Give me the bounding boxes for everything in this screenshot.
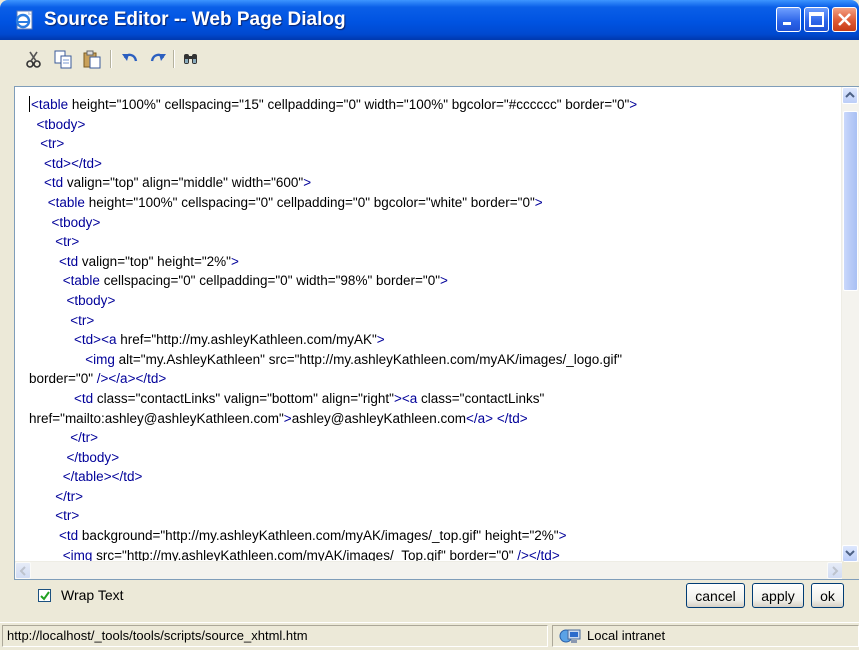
code-line: href="mailto:ashley@ashleyKathleen.com">… — [29, 410, 528, 426]
window-title: Source Editor -- Web Page Dialog — [44, 9, 346, 30]
code-line: </tr> — [55, 488, 84, 504]
cancel-button[interactable]: cancel — [686, 583, 745, 608]
close-button[interactable] — [832, 7, 857, 32]
code-line: <table height="100%" cellspacing="15" ce… — [29, 96, 638, 112]
checkmark-icon — [40, 590, 50, 601]
toolbar-separator — [110, 50, 112, 68]
chevron-right-icon — [832, 566, 839, 576]
scroll-right-button[interactable] — [827, 562, 843, 579]
code-line: <td class="contactLinks" valign="bottom"… — [74, 390, 545, 406]
ie-page-icon — [14, 8, 38, 32]
code-line: </tr> — [70, 430, 99, 446]
code-line: border="0" /></a></td> — [29, 371, 167, 387]
code-line: <tr> — [55, 508, 80, 524]
code-line: <td></td> — [44, 155, 102, 171]
zone-label: Local intranet — [587, 628, 666, 643]
wrap-text-label: Wrap Text — [61, 587, 124, 603]
status-bar: http://localhost/_tools/tools/scripts/so… — [0, 622, 859, 650]
code-line: <td valign="top" align="middle" width="6… — [44, 175, 312, 191]
copy-icon[interactable] — [53, 49, 73, 69]
scroll-up-button[interactable] — [842, 87, 858, 104]
vertical-scroll-thumb[interactable] — [843, 111, 858, 291]
status-url: http://localhost/_tools/tools/scripts/so… — [2, 625, 548, 647]
local-intranet-icon — [559, 629, 581, 643]
cut-icon[interactable] — [24, 49, 44, 69]
maximize-icon — [809, 12, 824, 27]
code-line: <td valign="top" height="2%"> — [59, 253, 239, 269]
code-line: <tbody> — [36, 116, 86, 132]
code-line: <img alt="my.AshleyKathleen" src="http:/… — [85, 351, 623, 367]
scroll-left-button[interactable] — [15, 562, 31, 579]
code-line: </tbody> — [66, 449, 120, 465]
chevron-left-icon — [19, 566, 26, 576]
minimize-icon — [783, 22, 791, 25]
code-line: <tr> — [40, 136, 65, 152]
ok-button[interactable]: ok — [811, 583, 844, 608]
close-icon — [838, 13, 851, 26]
security-zone: Local intranet — [552, 625, 859, 647]
minimize-button[interactable] — [776, 7, 801, 32]
code-line: <tbody> — [66, 292, 116, 308]
source-code-editor[interactable]: <table height="100%" cellspacing="15" ce… — [14, 86, 859, 580]
code-line: <td background="http://my.ashleyKathleen… — [59, 528, 567, 544]
code-line: <table height="100%" cellspacing="0" cel… — [47, 194, 543, 210]
source-editor-dialog: Source Editor -- Web Page Dialog <table … — [0, 0, 859, 650]
wrap-text-option[interactable]: Wrap Text — [38, 584, 124, 606]
code-line: <tr> — [70, 312, 95, 328]
undo-icon[interactable] — [120, 49, 140, 69]
apply-button[interactable]: apply — [752, 583, 804, 608]
chevron-down-icon — [845, 550, 855, 557]
vertical-scrollbar[interactable] — [841, 87, 859, 562]
code-line: <table cellspacing="0" cellpadding="0" w… — [62, 273, 448, 289]
paste-icon[interactable] — [82, 49, 102, 69]
code-line: <td><a href="http://my.ashleyKathleen.co… — [74, 332, 385, 348]
maximize-button[interactable] — [804, 7, 829, 32]
editor-toolbar — [2, 40, 857, 76]
source-code[interactable]: <table height="100%" cellspacing="15" ce… — [29, 95, 839, 565]
find-icon[interactable] — [181, 49, 201, 69]
text-cursor — [29, 96, 30, 112]
title-bar[interactable]: Source Editor -- Web Page Dialog — [0, 0, 859, 40]
scroll-down-button[interactable] — [842, 545, 858, 562]
code-line: </table></td> — [62, 469, 143, 485]
horizontal-scrollbar[interactable] — [15, 561, 844, 579]
code-line: <tr> — [55, 234, 80, 250]
scrollbar-corner — [842, 562, 859, 579]
redo-icon[interactable] — [148, 49, 168, 69]
code-line: <tbody> — [51, 214, 101, 230]
chevron-up-icon — [845, 91, 855, 98]
toolbar-separator — [173, 50, 175, 68]
wrap-text-checkbox[interactable] — [38, 588, 51, 602]
